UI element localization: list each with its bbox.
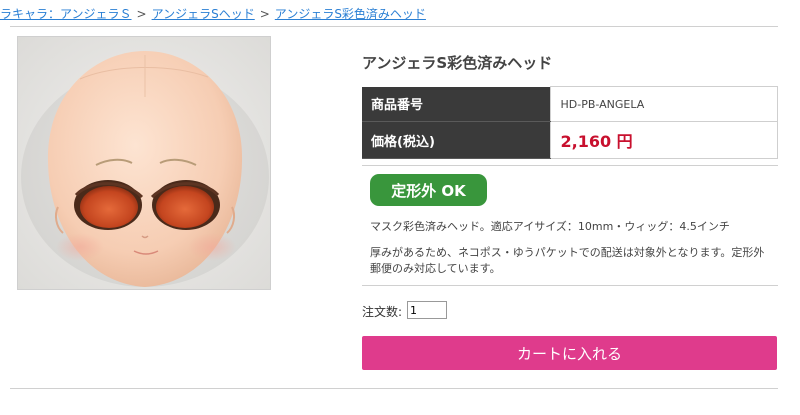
divider [10, 388, 778, 389]
shipping-badge: 定形外 OK [370, 174, 487, 206]
divider [362, 285, 778, 286]
product-description: マスク彩色済みヘッド。適応アイサイズ：10mm・ウィッグ：4.5インチ [370, 220, 730, 233]
add-to-cart-button[interactable]: カートに入れる [362, 336, 777, 370]
spec-value-price: 2,160 円 [549, 121, 778, 159]
spec-row-code: 商品番号 HD-PB-ANGELA [362, 86, 778, 122]
breadcrumb-link-angela-s-head[interactable]: アンジェラSヘッド [152, 7, 255, 21]
product-spec-table: 商品番号 HD-PB-ANGELA 価格(税込) 2,160 円 [362, 86, 778, 159]
spec-label-code: 商品番号 [362, 86, 550, 122]
product-image[interactable] [17, 36, 271, 290]
breadcrumb: ラキャラ：アンジェラＳ > アンジェラSヘッド > アンジェラS彩色済みヘッド [0, 5, 426, 22]
breadcrumb-separator: > [136, 7, 147, 21]
spec-row-price: 価格(税込) 2,160 円 [362, 121, 778, 159]
product-title: アンジェラS彩色済みヘッド [362, 54, 553, 72]
doll-head-illustration [18, 37, 270, 289]
shipping-note: 厚みがあるため、ネコポス・ゆうパケットでの配送は対象外となります。定形外郵便のみ… [370, 246, 765, 275]
spec-label-price: 価格(税込) [362, 121, 550, 159]
quantity-input[interactable] [407, 301, 447, 319]
spec-value-code: HD-PB-ANGELA [549, 86, 778, 122]
breadcrumb-link-angela-s[interactable]: ラキャラ：アンジェラＳ [0, 7, 132, 21]
divider [10, 26, 778, 27]
breadcrumb-link-painted-head[interactable]: アンジェラS彩色済みヘッド [275, 7, 426, 21]
divider [362, 165, 778, 166]
breadcrumb-separator: > [259, 7, 270, 21]
quantity-label: 注文数: [362, 305, 403, 319]
